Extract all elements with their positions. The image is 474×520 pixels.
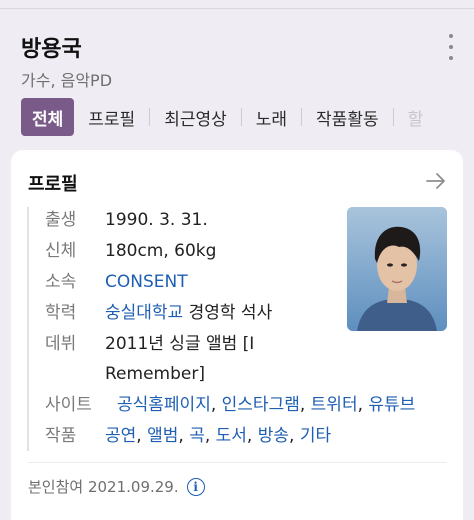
profile-card: 프로필 출생 1990. 3. 31. 신체 180cm, 60kg 소속 CO…	[11, 150, 463, 520]
more-vertical-icon[interactable]	[444, 34, 458, 60]
info-value: 숭실대학교 경영학 석사	[105, 301, 272, 325]
site-link-official[interactable]: 공식홈페이지	[117, 395, 211, 415]
self-participation-date: 본인참여 2021.09.29.	[28, 478, 179, 496]
profile-subtitle: 가수, 음악PD	[21, 71, 113, 90]
info-label: 데뷔	[45, 334, 77, 354]
card-title: 프로필	[28, 174, 78, 195]
profile-name: 방용국	[21, 37, 82, 62]
info-value: 공식홈페이지, 인스타그램, 트위터, 유튜브	[117, 395, 416, 415]
tab-songs[interactable]: 노래	[242, 98, 301, 136]
site-link-youtube[interactable]: 유튜브	[368, 395, 415, 415]
info-value: 공연, 앨범, 곡, 도서, 방송, 기타	[105, 426, 332, 446]
info-value: 2011년 싱글 앨범 [I	[105, 334, 255, 354]
tab-bar: 전체 프로필 최근영상 노래 작품활동 할	[21, 98, 474, 136]
info-label: 작품	[45, 426, 77, 446]
info-value: 1990. 3. 31.	[105, 210, 208, 230]
info-label: 출생	[45, 210, 77, 230]
tab-works[interactable]: 작품활동	[302, 98, 393, 136]
info-label: 신체	[45, 241, 77, 261]
card-footer: 본인참여 2021.09.29. i	[28, 476, 205, 497]
info-icon[interactable]: i	[186, 477, 205, 496]
info-label: 소속	[45, 272, 77, 292]
info-value: 180cm, 60kg	[105, 241, 217, 261]
info-list-rule	[27, 207, 29, 451]
works-link-broadcast[interactable]: 방송	[258, 426, 289, 446]
agency-link[interactable]: CONSENT	[105, 270, 188, 294]
profile-header: 방용국 가수, 음악PD 전체 프로필 최근영상 노래 작품활동 할	[0, 0, 474, 148]
info-label: 학력	[45, 303, 77, 323]
tab-recent-videos[interactable]: 최근영상	[150, 98, 241, 136]
works-link-etc[interactable]: 기타	[300, 426, 331, 446]
school-link[interactable]: 숭실대학교	[105, 303, 183, 323]
tab-more[interactable]: 할	[394, 98, 438, 136]
works-link-performance[interactable]: 공연	[105, 426, 136, 446]
card-divider	[28, 462, 447, 463]
degree-text: 경영학 석사	[188, 303, 273, 323]
site-link-instagram[interactable]: 인스타그램	[222, 395, 300, 415]
tab-profile[interactable]: 프로필	[74, 98, 149, 136]
profile-photo[interactable]	[347, 207, 447, 331]
info-value: Remember]	[105, 364, 205, 384]
works-link-book[interactable]: 도서	[216, 426, 247, 446]
works-link-song[interactable]: 곡	[189, 426, 205, 446]
info-label: 사이트	[45, 395, 92, 415]
tab-all[interactable]: 전체	[21, 98, 75, 136]
arrow-right-icon[interactable]	[425, 170, 447, 192]
works-link-album[interactable]: 앨범	[147, 426, 178, 446]
site-link-twitter[interactable]: 트위터	[311, 395, 358, 415]
